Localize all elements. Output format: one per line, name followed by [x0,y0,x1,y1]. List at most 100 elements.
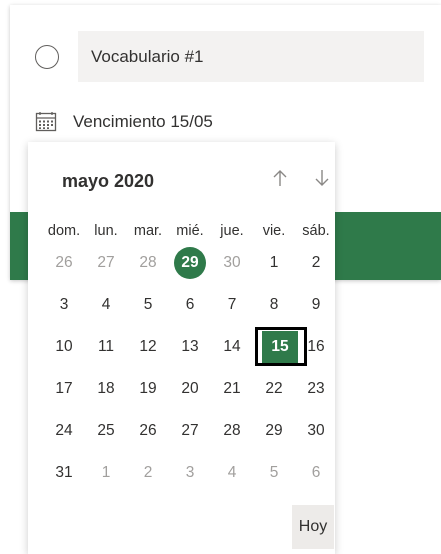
day-number: 27 [97,254,115,271]
day-number: 6 [311,464,321,481]
day-number: 7 [227,296,237,313]
calendar-day[interactable]: 26 [127,410,169,452]
calendar-day[interactable]: 19 [127,368,169,410]
calendar-day[interactable]: 27 [169,410,211,452]
due-date-row[interactable]: Vencimiento 15/05 [35,108,213,136]
day-number: 29 [174,247,206,279]
day-number: 12 [139,338,157,355]
calendar-day[interactable]: 13 [169,326,211,368]
day-number: 22 [265,380,283,397]
day-number: 23 [307,380,325,397]
calendar-day[interactable]: 27 [85,242,127,284]
calendar-day[interactable]: 2 [295,242,337,284]
day-number: 28 [223,422,241,439]
day-number: 26 [139,422,157,439]
day-number: 3 [59,296,69,313]
day-number: 15 [262,331,298,363]
weekday-header: dom. [47,223,81,239]
day-number: 8 [269,296,279,313]
next-month-button[interactable] [308,164,336,192]
weekday-header: lun. [94,223,118,239]
previous-month-button[interactable] [266,164,294,192]
calendar-day[interactable]: 30 [211,242,253,284]
day-number: 5 [143,296,153,313]
calendar-day[interactable]: 16 [295,326,337,368]
calendar-day[interactable]: 1 [85,452,127,494]
calendar-day[interactable]: 22 [253,368,295,410]
calendar-day[interactable]: 6 [295,452,337,494]
day-number: 1 [101,464,111,481]
day-number: 3 [185,464,195,481]
calendar-day[interactable]: 5 [127,284,169,326]
day-number: 2 [311,254,321,271]
calendar-day[interactable]: 17 [43,368,85,410]
due-date-label: Vencimiento 15/05 [73,112,213,131]
calendar-day[interactable]: 28 [211,410,253,452]
day-number: 26 [55,254,73,271]
calendar-day[interactable]: 20 [169,368,211,410]
calendar-day[interactable]: 3 [169,452,211,494]
today-day[interactable]: 29 [169,242,211,284]
calendar-day[interactable]: 25 [85,410,127,452]
calendar-day[interactable]: 4 [85,284,127,326]
date-picker-popup: mayo 2020 dom. lun. mar. mié. jue. vie. sáb. 26… [28,142,335,554]
calendar-day[interactable]: 1 [253,242,295,284]
calendar-day[interactable]: 24 [43,410,85,452]
day-number: 2 [143,464,153,481]
calendar-day[interactable]: 3 [43,284,85,326]
calendar-day[interactable]: 23 [295,368,337,410]
day-number: 5 [269,464,279,481]
weekday-header: sáb. [302,223,330,239]
day-number: 30 [223,254,241,271]
day-number: 10 [55,338,73,355]
day-number: 29 [265,422,283,439]
day-number: 4 [227,464,237,481]
day-number: 9 [311,296,321,313]
calendar-day[interactable]: 6 [169,284,211,326]
calendar-day[interactable]: 4 [211,452,253,494]
calendar-day[interactable]: 26 [43,242,85,284]
day-number: 17 [55,380,73,397]
day-number: 27 [181,422,199,439]
day-number: 6 [185,296,195,313]
calendar-icon [35,111,57,133]
day-number: 28 [139,254,157,271]
calendar-day[interactable]: 28 [127,242,169,284]
calendar-day[interactable]: 30 [295,410,337,452]
calendar-day[interactable]: 8 [253,284,295,326]
calendar-day[interactable]: 5 [253,452,295,494]
day-number: 4 [101,296,111,313]
day-number: 18 [97,380,115,397]
day-number: 1 [269,254,279,271]
calendar-day[interactable]: 14 [211,326,253,368]
day-number: 19 [139,380,157,397]
day-number: 24 [55,422,73,439]
arrow-down-icon [315,170,329,186]
day-number: 16 [307,338,325,355]
calendar-day[interactable]: 31 [43,452,85,494]
calendar-day[interactable]: 18 [85,368,127,410]
weekday-header: jue. [220,223,244,239]
complete-task-radio[interactable] [35,45,59,69]
day-number: 21 [223,380,241,397]
weekday-header: mié. [176,223,204,239]
calendar-day[interactable]: 29 [253,410,295,452]
day-number: 25 [97,422,115,439]
calendar-day[interactable]: 11 [85,326,127,368]
weekday-header: mar. [133,223,163,239]
calendar-day[interactable]: 21 [211,368,253,410]
selected-day[interactable]: 15 [253,326,307,368]
day-number: 30 [307,422,325,439]
calendar-day[interactable]: 10 [43,326,85,368]
today-button[interactable]: Hoy [292,505,334,549]
day-number: 14 [223,338,241,355]
calendar-day[interactable]: 12 [127,326,169,368]
month-year-label[interactable]: mayo 2020 [62,171,154,192]
day-number: 20 [181,380,199,397]
calendar-day[interactable]: 9 [295,284,337,326]
calendar-day[interactable]: 2 [127,452,169,494]
task-title-input[interactable] [78,31,424,82]
calendar-day[interactable]: 7 [211,284,253,326]
day-number: 31 [55,464,73,481]
weekday-header: vie. [262,223,286,239]
